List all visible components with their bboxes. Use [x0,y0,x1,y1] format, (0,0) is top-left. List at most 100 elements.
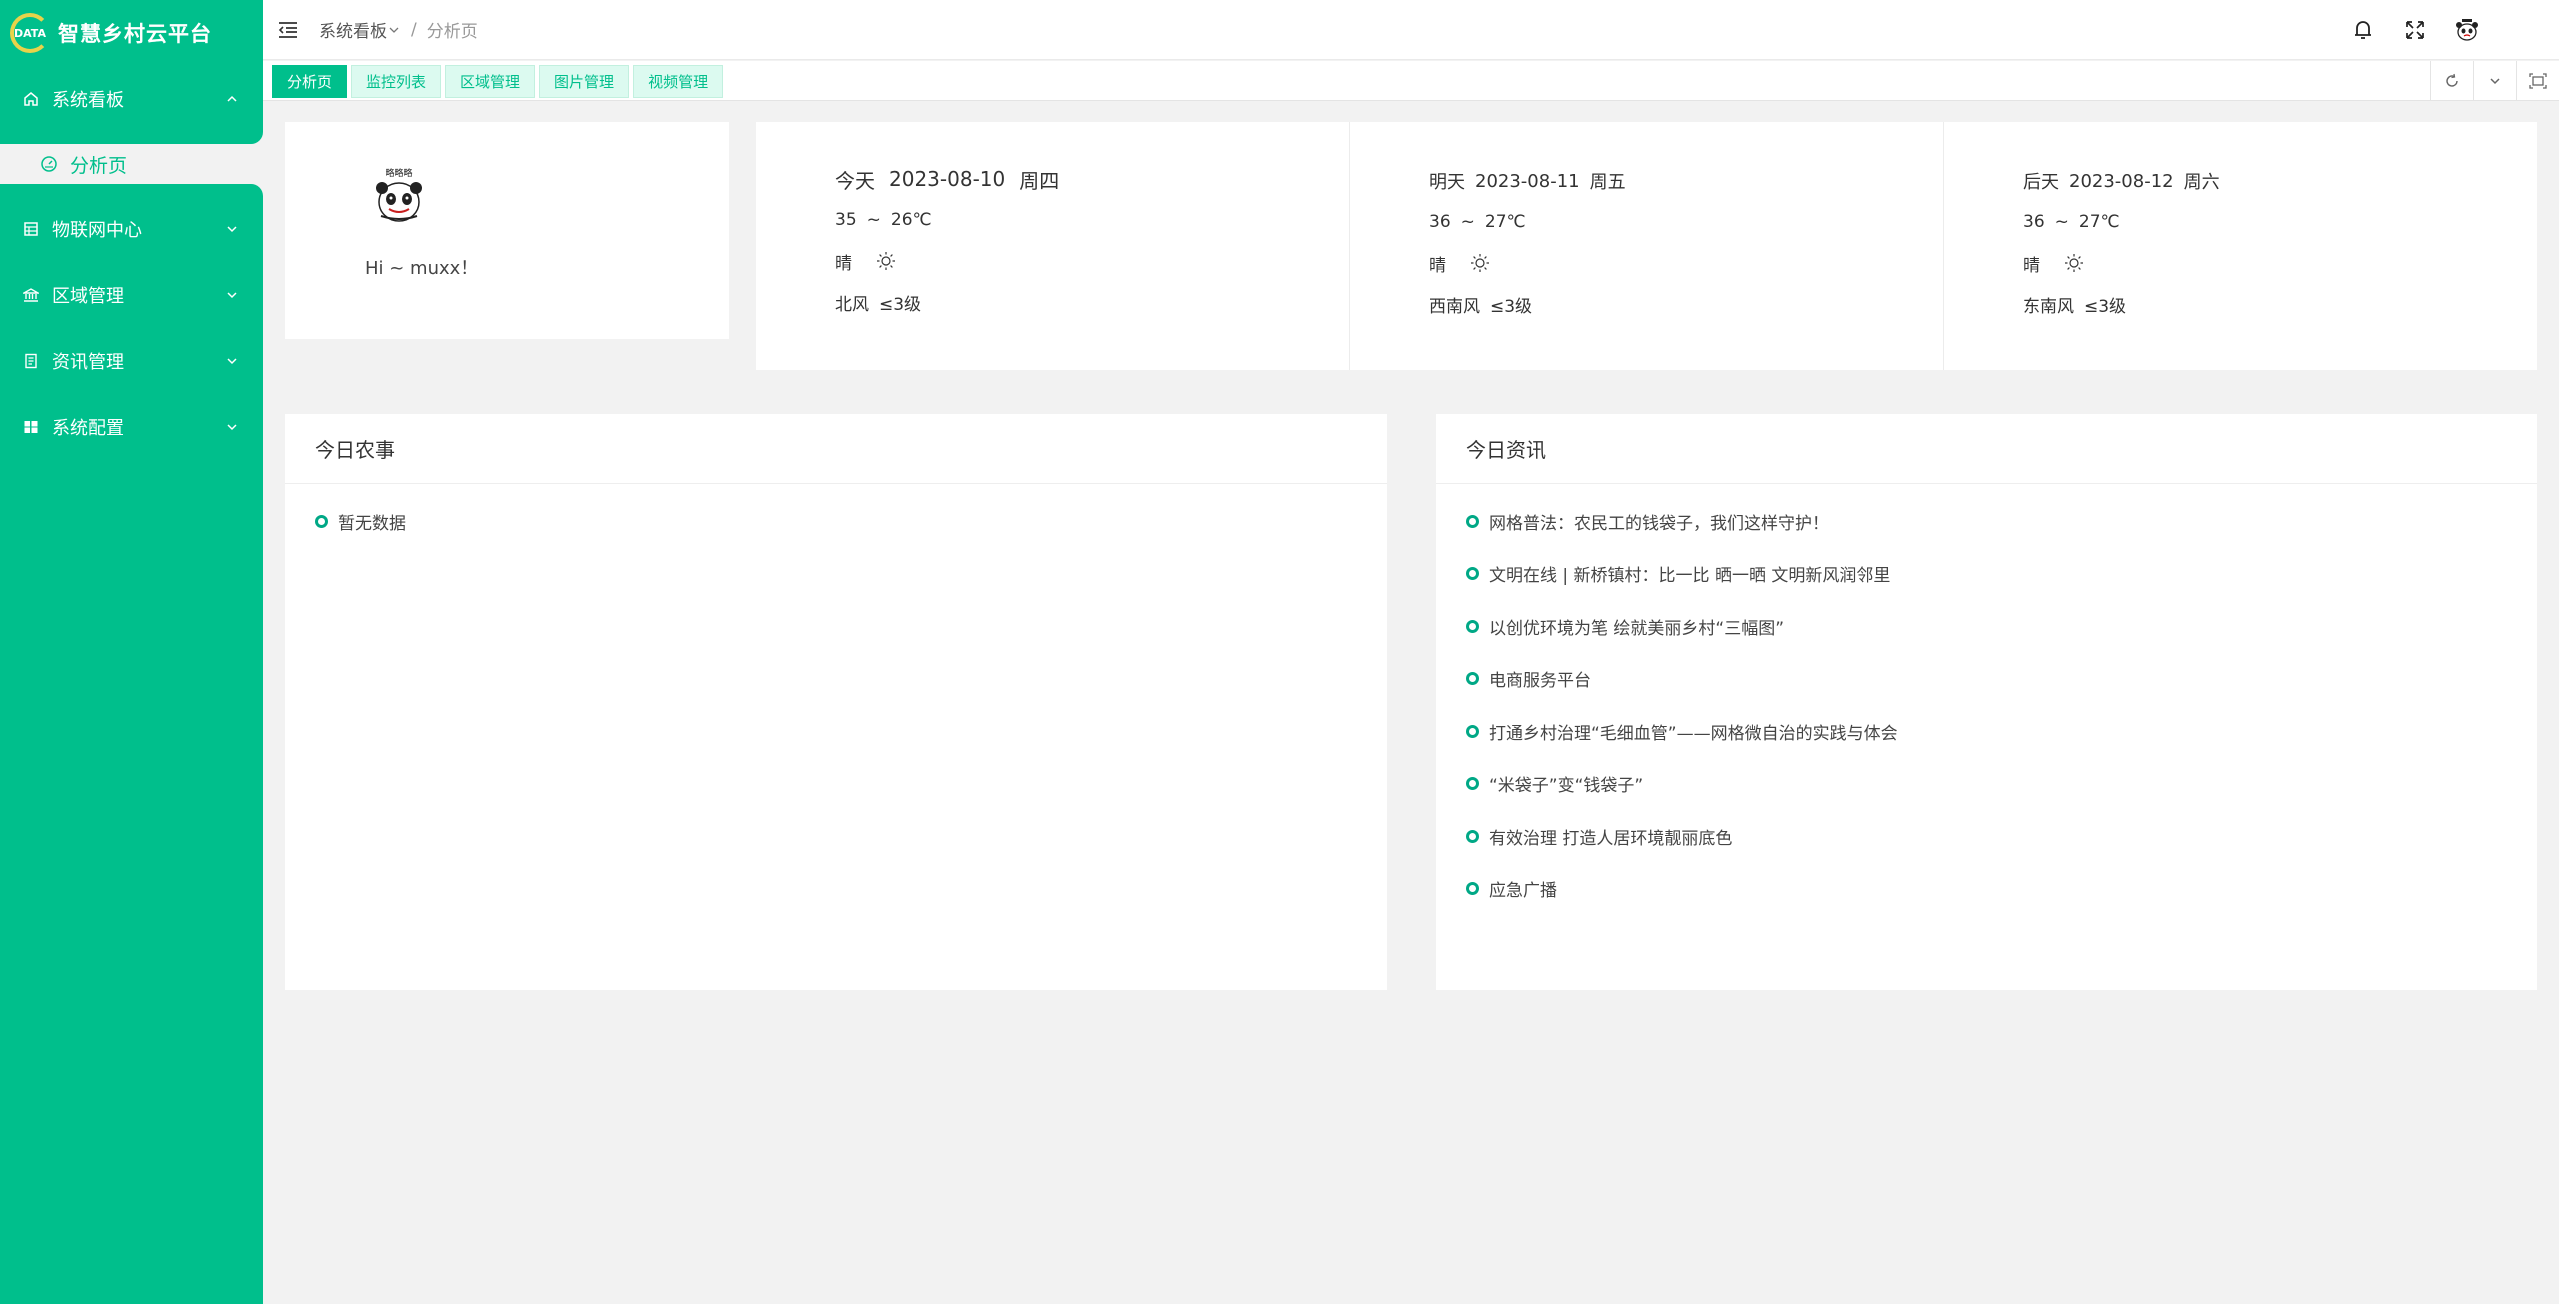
date-value: 2023-08-12 [2069,170,2174,192]
news-item[interactable]: 电商服务平台 [1466,664,2537,694]
sidebar-item-label: 系统看板 [52,90,124,111]
wind-level: ≤3级 [879,294,922,315]
condition-text: 晴 [2023,255,2040,276]
news-item[interactable]: 网格普法：农民工的钱袋子，我们这样守护！ [1466,506,2537,536]
weather-day-today: 今天 2023-08-10 周四 35 ~ 26℃ 晴 北风 ≤3级 [756,122,1350,370]
maximize-icon[interactable] [2516,61,2559,101]
menu-fold-icon[interactable] [277,19,299,41]
timeline-dot-icon [1466,672,1479,685]
temp-separator: ~ [2054,212,2069,232]
tab-analysis[interactable]: 分析页 [272,65,348,98]
sidebar-item-config[interactable]: 系统配置 [0,394,263,460]
news-item[interactable]: “米袋子”变“钱袋子” [1466,769,2537,799]
timeline-dot-icon [1466,882,1479,895]
farm-panel-title: 今日农事 [285,414,1387,484]
sidebar: DATA 智慧乡村云平台 系统看板 分析页 物联网中心 区域管理 资讯管理 系统… [0,0,263,1304]
news-item[interactable]: 文明在线 | 新桥镇村：比一比 晒一晒 文明新风润邻里 [1466,559,2537,589]
news-item[interactable]: 应急广播 [1466,874,2537,904]
breadcrumb-parent[interactable]: 系统看板 [319,17,401,42]
home-icon [22,90,40,108]
weather-date-line: 今天 2023-08-10 周四 [835,166,1349,193]
chevron-up-icon [225,92,239,106]
breadcrumb-separator: / [411,19,417,40]
sidebar-item-region[interactable]: 区域管理 [0,262,263,328]
sidebar-item-label: 系统配置 [52,418,124,439]
header-actions [2351,18,2479,42]
submenu-dashboard: 分析页 [0,132,263,196]
weather-day-tomorrow: 明天 2023-08-11 周五 36 ~ 27℃ 晴 西南风 ≤3级 [1350,122,1944,370]
avatar-caption: 略略略 [385,167,412,179]
breadcrumb: 系统看板 / 分析页 [319,17,478,43]
open-tabs: 分析页 监控列表 区域管理 图片管理 视频管理 [272,65,724,98]
user-avatar[interactable] [2455,18,2479,42]
news-item[interactable]: 有效治理 打造人居环境靓丽底色 [1466,821,2537,851]
weather-day-after-tomorrow: 后天 2023-08-12 周六 36 ~ 27℃ 晴 东南风 ≤3级 [1944,122,2537,370]
chevron-down-icon [225,222,239,236]
greeting-text: Hi ~ muxx！ [365,258,479,279]
breadcrumb-parent-label: 系统看板 [319,22,387,42]
tab-monitor-list[interactable]: 监控列表 [351,65,442,98]
sidebar-item-iot[interactable]: 物联网中心 [0,196,263,262]
temp-high: 36 [2023,212,2045,232]
timeline-dot-icon [1466,724,1479,738]
refresh-icon[interactable] [2430,61,2473,101]
timeline-dot-icon [1466,514,1479,528]
top-header: 系统看板 / 分析页 [263,0,2559,60]
chevron-down-icon[interactable] [2473,61,2516,101]
news-panel: 今日资讯 网格普法：农民工的钱袋子，我们这样守护！ 文明在线 | 新桥镇村：比一… [1436,414,2537,990]
app-logo: DATA 智慧乡村云平台 [0,0,263,66]
chevron-down-icon [225,420,239,434]
timeline-dot-icon [1466,829,1479,843]
news-item-text: 网格普法：农民工的钱袋子，我们这样守护！ [1489,513,1829,534]
news-item-text: “米袋子”变“钱袋子” [1489,776,1644,796]
sidebar-item-label: 分析页 [70,154,128,177]
sidebar-item-dashboard[interactable]: 系统看板 [0,66,263,132]
weekday: 周六 [2183,172,2220,193]
condition-line: 晴 [1429,250,1943,276]
temp-high: 35 [835,210,857,230]
bell-icon[interactable] [2351,18,2375,42]
tab-bar: 分析页 监控列表 区域管理 图片管理 视频管理 [263,61,2559,101]
news-item[interactable]: 以创优环境为笔 绘就美丽乡村“三幅图” [1466,611,2537,641]
wind-direction: 西南风 [1429,296,1480,317]
temp-low: 26℃ [890,210,932,230]
news-item-text: 应急广播 [1489,881,1557,901]
tab-images[interactable]: 图片管理 [539,65,630,98]
news-item-text: 以创优环境为笔 绘就美丽乡村“三幅图” [1489,618,1785,639]
news-panel-title: 今日资讯 [1436,414,2537,484]
news-item-text: 有效治理 打造人居环境靓丽底色 [1489,828,1733,849]
sidebar-item-news[interactable]: 资讯管理 [0,328,263,394]
fullscreen-icon[interactable] [2403,18,2427,42]
date-value: 2023-08-10 [889,167,1006,191]
timeline-dot-icon [315,514,328,528]
chevron-down-icon [225,354,239,368]
temp-separator: ~ [1460,212,1475,232]
temp-separator: ~ [866,210,881,230]
weather-date-line: 后天 2023-08-12 周六 [2023,168,2537,194]
news-item[interactable]: 打通乡村治理“毛细血管”——网格微自治的实践与体会 [1466,716,2537,746]
iot-icon [22,220,40,238]
news-item-text: 电商服务平台 [1489,671,1591,691]
farm-list: 暂无数据 [285,484,1387,536]
wind-line: 西南风 ≤3级 [1429,291,1943,317]
day-label: 明天 [1429,172,1465,193]
news-item-text: 打通乡村治理“毛细血管”——网格微自治的实践与体会 [1489,723,1898,744]
tab-region[interactable]: 区域管理 [445,65,536,98]
timeline-dot-icon [1466,567,1479,580]
windows-icon [22,418,40,436]
tab-tools [2430,61,2559,101]
sidebar-item-analysis[interactable]: 分析页 [12,144,263,184]
tab-videos[interactable]: 视频管理 [633,65,724,98]
document-icon [22,352,40,370]
panda-avatar: 略略略 [371,166,427,224]
chevron-down-icon [225,288,239,302]
sun-icon [876,251,896,271]
day-label: 今天 [835,168,875,193]
weekday: 周五 [1589,172,1626,193]
list-item: 暂无数据 [315,506,1387,536]
temp-low: 27℃ [1484,212,1526,232]
sidebar-item-label: 区域管理 [52,286,124,307]
wind-line: 东南风 ≤3级 [2023,291,2537,317]
wind-level: ≤3级 [2084,296,2127,317]
bank-icon [22,286,40,304]
